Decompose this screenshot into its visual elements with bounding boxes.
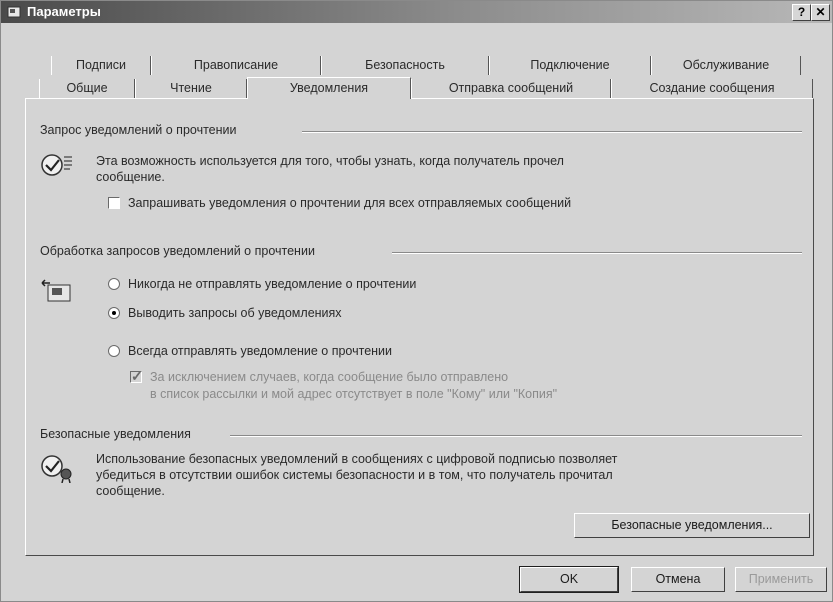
tab-general[interactable]: Общие xyxy=(39,79,135,98)
secure-receipts-description-2: убедиться в отсутствии ошибок системы бе… xyxy=(96,468,613,482)
cancel-button[interactable]: Отмена xyxy=(631,567,725,592)
returning-receipts-header: Обработка запросов уведомлений о прочтен… xyxy=(40,244,315,258)
tab-maintenance[interactable]: Обслуживание xyxy=(651,56,801,75)
secure-receipts-description: Использование безопасных уведомлений в с… xyxy=(96,452,618,466)
tab-security[interactable]: Безопасность xyxy=(321,56,489,75)
tab-receipts[interactable]: Уведомления xyxy=(247,77,411,99)
help-button[interactable]: ? xyxy=(792,4,811,21)
window-title: Параметры xyxy=(27,4,101,19)
check-icon: ✓ xyxy=(131,368,143,384)
except-mailing-list-label: За исключением случаев, когда сообщение … xyxy=(150,370,509,384)
tab-read[interactable]: Чтение xyxy=(135,79,247,98)
send-receipt-icon xyxy=(41,279,71,302)
never-send-label: Никогда не отправлять уведомление о проч… xyxy=(128,277,417,291)
tab-send[interactable]: Отправка сообщений xyxy=(411,79,611,98)
group-divider xyxy=(392,252,802,254)
read-receipts-header: Запрос уведомлений о прочтении xyxy=(40,123,237,137)
ask-me-radio[interactable] xyxy=(108,307,120,319)
group-divider xyxy=(302,131,802,133)
tab-signatures[interactable]: Подписи xyxy=(51,56,151,75)
ok-button[interactable]: OK xyxy=(519,566,619,593)
always-send-label: Всегда отправлять уведомление о прочтени… xyxy=(128,344,393,358)
tab-spelling[interactable]: Правописание xyxy=(151,56,321,75)
title-bar[interactable]: Параметры ? ✕ xyxy=(1,1,832,23)
secure-receipt-icon xyxy=(41,455,72,483)
ask-me-label: Выводить запросы об уведомлениях xyxy=(128,306,342,320)
receipts-panel: Запрос уведомлений о прочтении Эта возмо… xyxy=(25,98,814,556)
apply-button[interactable]: Применить xyxy=(735,567,827,592)
secure-receipts-header: Безопасные уведомления xyxy=(40,427,191,441)
read-receipts-description-cont: сообщение. xyxy=(96,170,165,184)
options-dialog: Параметры ? ✕ Подписи Правописание Безоп… xyxy=(0,0,833,602)
except-mailing-list-label-cont: в список рассылки и мой адрес отсутствуе… xyxy=(150,387,558,401)
read-receipt-icon xyxy=(41,154,72,176)
tab-compose[interactable]: Создание сообщения xyxy=(611,79,813,98)
tab-connection[interactable]: Подключение xyxy=(489,56,651,75)
secure-receipts-description-3: сообщение. xyxy=(96,484,165,498)
secure-receipts-button[interactable]: Безопасные уведомления... xyxy=(574,513,810,538)
never-send-radio[interactable] xyxy=(108,278,120,290)
close-button[interactable]: ✕ xyxy=(811,4,830,21)
app-icon xyxy=(7,6,21,18)
request-receipts-checkbox[interactable] xyxy=(108,197,120,209)
except-mailing-list-checkbox[interactable]: ✓ xyxy=(130,368,143,384)
read-receipts-description: Эта возможность используется для того, ч… xyxy=(96,154,564,168)
always-send-radio[interactable] xyxy=(108,345,120,357)
request-receipts-label: Запрашивать уведомления о прочтении для … xyxy=(128,196,572,210)
group-divider xyxy=(230,435,802,437)
